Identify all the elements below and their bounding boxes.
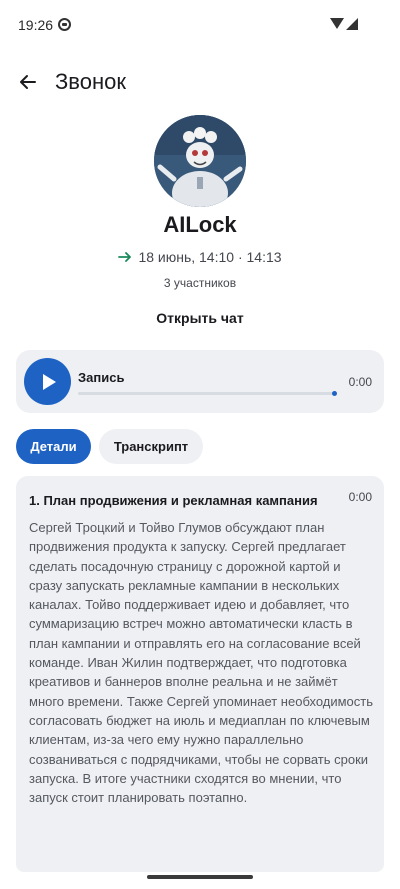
open-chat-button[interactable]: Открыть чат — [140, 305, 260, 331]
section-timestamp[interactable]: 0:00 — [349, 490, 372, 504]
participants-count: 3 участников — [163, 276, 237, 290]
status-bar: 19:26 — [0, 0, 400, 52]
status-time: 19:26 — [18, 17, 54, 33]
tab-details[interactable]: Детали — [16, 429, 91, 464]
progress-thumb[interactable] — [332, 391, 338, 396]
tab-transcript[interactable]: Транскрипт — [99, 429, 203, 464]
call-name: AILock — [163, 212, 237, 237]
app-bar: Звонок — [0, 56, 400, 108]
record-label: Запись — [78, 370, 125, 385]
call-time-row: 18 июнь, 14:10 · 14:13 — [0, 249, 400, 265]
progress-slider[interactable] — [78, 391, 338, 396]
arrow-back-icon[interactable] — [14, 68, 42, 96]
page-title: Звонок — [55, 69, 126, 94]
arrow-right-icon — [118, 250, 132, 264]
section-text: Сергей Троцкий и Тойво Глумов обсуждают … — [29, 520, 373, 806]
wifi-icon — [330, 18, 344, 29]
gesture-nav-handle[interactable] — [147, 875, 253, 879]
summary-card: 1. План продвижения и рекламная кампания… — [16, 476, 384, 872]
call-datetime: 18 июнь, 14:10 · 14:13 — [138, 249, 282, 265]
signal-icon — [346, 18, 358, 30]
play-icon — [42, 373, 56, 390]
section-title: 1. План продвижения и рекламная кампания — [29, 493, 318, 508]
record-time: 0:00 — [348, 375, 372, 389]
notification-icon — [58, 18, 71, 31]
avatar — [154, 115, 246, 207]
play-button[interactable] — [24, 358, 71, 405]
audio-player: Запись 0:00 — [16, 350, 384, 413]
